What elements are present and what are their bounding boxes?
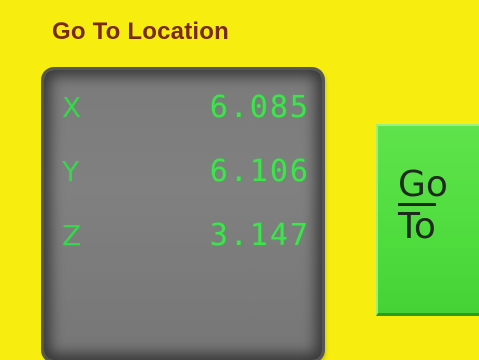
panel-title: Go To Location xyxy=(52,18,229,45)
coordinate-readout: X 6.085 Y 6.106 Z 3.147 xyxy=(44,70,322,360)
axis-label-z: Z xyxy=(62,219,82,252)
go-to-button-line2: To xyxy=(398,206,436,247)
axis-value-x: 6.085 xyxy=(209,90,310,125)
axis-label-y: Y xyxy=(62,155,80,188)
coordinate-row-x: X 6.085 xyxy=(44,88,322,128)
go-to-button[interactable]: Go To xyxy=(376,124,479,316)
coordinate-row-y: Y 6.106 xyxy=(44,152,322,192)
axis-label-x: X xyxy=(62,91,82,124)
axis-value-y: 6.106 xyxy=(209,154,310,189)
go-to-button-line1: Go xyxy=(398,164,448,205)
coordinate-row-z: Z 3.147 xyxy=(44,216,322,256)
go-to-button-label: Go To xyxy=(398,164,448,248)
axis-value-z: 3.147 xyxy=(209,218,310,253)
